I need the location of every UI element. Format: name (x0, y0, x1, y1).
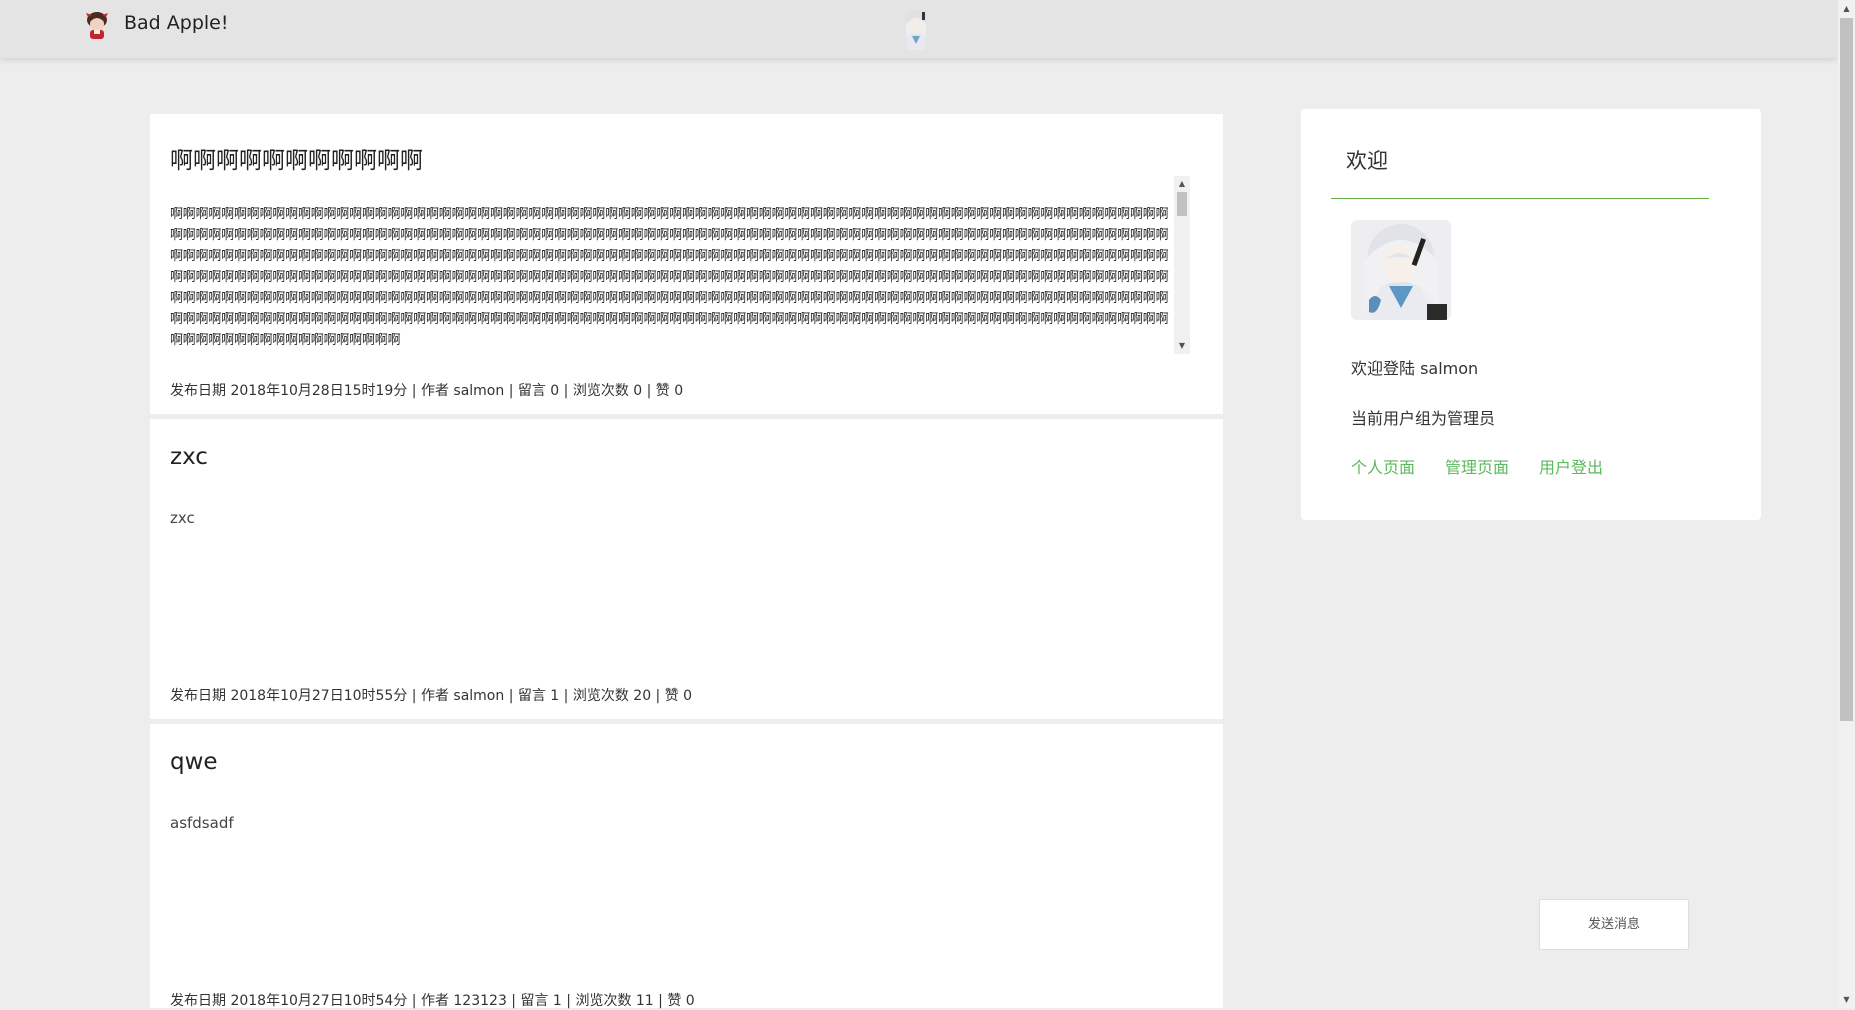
scroll-up-arrow-icon[interactable]: ▲ (1174, 176, 1190, 192)
scroll-down-arrow-icon[interactable]: ▼ (1838, 991, 1855, 1008)
top-navbar: Bad Apple! (0, 0, 1838, 58)
welcome-user-text: 欢迎登陆 salmon (1351, 359, 1479, 378)
site-title[interactable]: Bad Apple! (124, 12, 228, 34)
post-body-scrollbar[interactable]: ▲ ▼ (1174, 176, 1190, 354)
page-scrollbar[interactable]: ▲ ▼ (1838, 0, 1855, 1008)
divider (1331, 198, 1709, 199)
post-title[interactable]: zxc (170, 444, 208, 470)
welcome-panel: 欢迎 欢迎登陆 salmon 当前用户组为管理员 个人页面 管理页面 用户登出 (1301, 109, 1761, 520)
send-message-button[interactable]: 发送消息 (1539, 899, 1689, 950)
post-card: 啊啊啊啊啊啊啊啊啊啊啊 啊啊啊啊啊啊啊啊啊啊啊啊啊啊啊啊啊啊啊啊啊啊啊啊啊啊啊啊… (150, 114, 1223, 414)
user-avatar-icon[interactable] (1351, 220, 1451, 320)
scroll-up-arrow-icon[interactable]: ▲ (1838, 0, 1855, 17)
post-card: zxc zxc 发布日期 2018年10月27日10时55分 | 作者 salm… (150, 419, 1223, 719)
character-avatar-icon[interactable] (900, 8, 932, 50)
admin-link[interactable]: 管理页面 (1445, 454, 1509, 478)
post-body: asfdsadf (170, 814, 234, 832)
post-body: zxc (170, 509, 195, 527)
post-title[interactable]: 啊啊啊啊啊啊啊啊啊啊啊 (170, 141, 423, 175)
profile-link[interactable]: 个人页面 (1351, 454, 1415, 478)
welcome-title: 欢迎 (1346, 149, 1388, 173)
post-meta: 发布日期 2018年10月27日10时54分 | 作者 123123 | 留言 … (170, 993, 695, 1009)
post-title[interactable]: qwe (170, 749, 218, 775)
post-body-scroll-area[interactable]: 啊啊啊啊啊啊啊啊啊啊啊啊啊啊啊啊啊啊啊啊啊啊啊啊啊啊啊啊啊啊啊啊啊啊啊啊啊啊啊啊… (170, 176, 1190, 354)
scroll-down-arrow-icon[interactable]: ▼ (1174, 338, 1190, 354)
scroll-thumb[interactable] (1177, 192, 1187, 216)
logout-link[interactable]: 用户登出 (1539, 454, 1603, 478)
post-meta: 发布日期 2018年10月28日15时19分 | 作者 salmon | 留言 … (170, 383, 684, 399)
page-scroll-thumb[interactable] (1840, 18, 1853, 721)
reimu-avatar-icon[interactable] (84, 11, 110, 39)
user-group-text: 当前用户组为管理员 (1351, 409, 1496, 428)
post-meta: 发布日期 2018年10月27日10时55分 | 作者 salmon | 留言 … (170, 688, 693, 704)
post-body: 啊啊啊啊啊啊啊啊啊啊啊啊啊啊啊啊啊啊啊啊啊啊啊啊啊啊啊啊啊啊啊啊啊啊啊啊啊啊啊啊… (170, 207, 1169, 347)
post-card: qwe asfdsadf 发布日期 2018年10月27日10时54分 | 作者… (150, 724, 1223, 1009)
